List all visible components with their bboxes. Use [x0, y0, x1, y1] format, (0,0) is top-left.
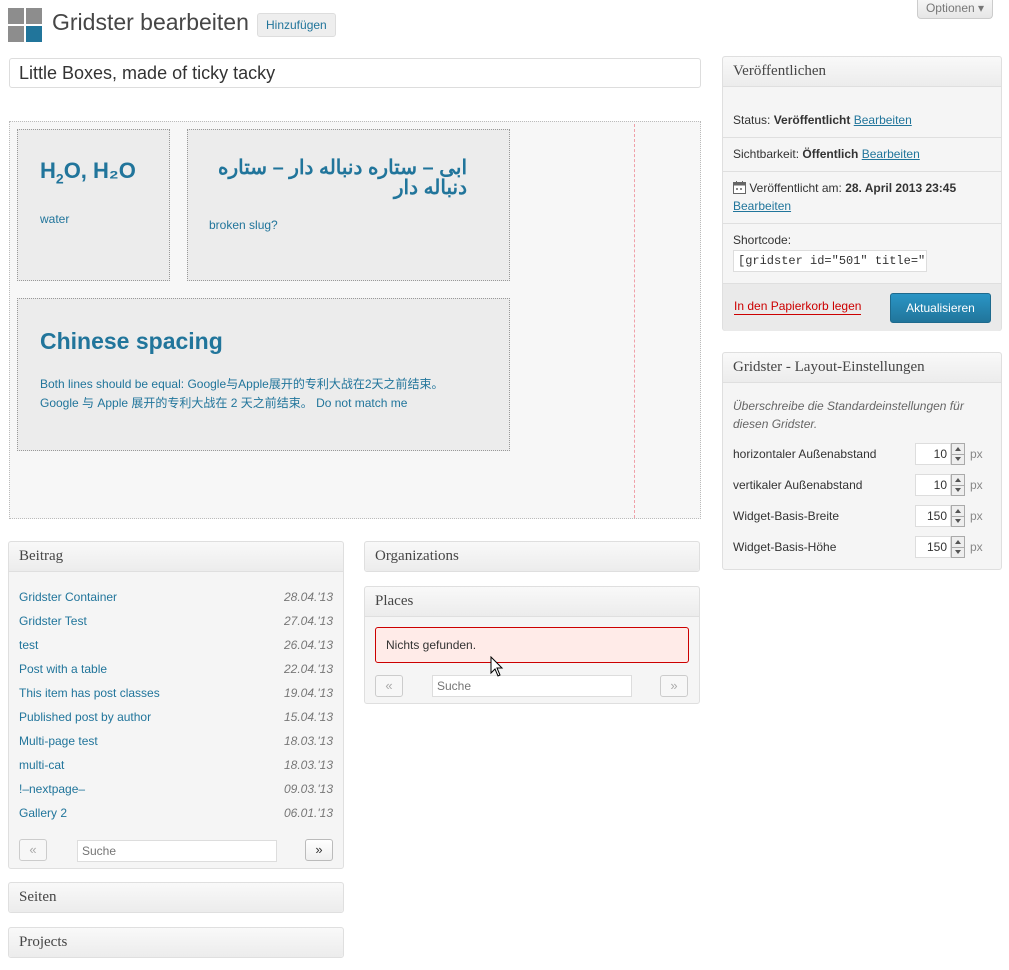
layout-settings-heading[interactable]: Gridster - Layout-Einstellungen [723, 353, 1001, 383]
publish-box: Veröffentlichen Status: Veröffentlicht B… [722, 56, 1002, 331]
widget-title: Chinese spacing [40, 328, 223, 354]
status-row: Status: Veröffentlicht Bearbeiten [733, 113, 912, 127]
published-date-row: Veröffentlicht am: 28. April 2013 23:45 … [733, 181, 957, 213]
base-width-input[interactable]: 150 [915, 505, 951, 527]
calendar-icon [733, 181, 746, 194]
visibility-row: Sichtbarkeit: Öffentlich Bearbeiten [733, 147, 920, 161]
edit-visibility-link[interactable]: Bearbeiten [862, 147, 920, 161]
unit-label: px [970, 540, 983, 554]
beitrag-box: Beitrag Gridster Container 28.04.'13 Grid… [8, 541, 344, 869]
base-height-input[interactable]: 150 [915, 536, 951, 558]
beitrag-heading[interactable]: Beitrag [9, 542, 343, 572]
page-title: Gridster bearbeiten [52, 9, 249, 35]
organizations-box: Organizations [364, 541, 700, 572]
beitrag-next-button[interactable]: » [305, 839, 333, 861]
field-label: Widget-Basis-Höhe [733, 540, 837, 554]
widget-subtitle: water [40, 212, 70, 226]
visibility-value: Öffentlich [802, 147, 859, 161]
list-item[interactable]: Post with a table 22.04.'13 [19, 662, 333, 682]
seiten-box: Seiten [8, 882, 344, 913]
vertical-margin-spinner[interactable] [951, 474, 965, 496]
grid-widget-water[interactable]: H2O, H₂O water [17, 129, 170, 281]
field-label: horizontaler Außenabstand [733, 447, 877, 461]
publish-actions: In den Papierkorb legen Aktualisieren [723, 283, 1001, 331]
list-item[interactable]: Published post by author 15.04.'13 [19, 710, 333, 730]
list-item[interactable]: Gridster Container 28.04.'13 [19, 590, 333, 610]
projects-heading[interactable]: Projects [9, 928, 343, 957]
list-item[interactable]: This item has post classes 19.04.'13 [19, 686, 333, 706]
list-item[interactable]: test 26.04.'13 [19, 638, 333, 658]
widget-text-line: Google 与 Apple 展开的专利大战在 2 天之前结束。 Do not … [40, 396, 408, 410]
base-width-spinner[interactable] [951, 505, 965, 527]
beitrag-search-input[interactable] [77, 840, 277, 862]
places-heading[interactable]: Places [365, 587, 699, 617]
places-next-button[interactable]: » [660, 675, 688, 697]
seiten-heading[interactable]: Seiten [9, 883, 343, 912]
list-item[interactable]: multi-cat 18.03.'13 [19, 758, 333, 778]
layout-settings-description: Überschreibe die Standardeinstellungen f… [733, 399, 964, 431]
list-item[interactable]: Gridster Test 27.04.'13 [19, 614, 333, 634]
list-item[interactable]: Multi-page test 18.03.'13 [19, 734, 333, 754]
gridster-logo-icon [8, 8, 42, 42]
widget-title: H2O, H₂O [40, 158, 136, 187]
places-prev-button[interactable]: « [375, 675, 403, 697]
widget-subtitle: broken slug? [209, 218, 278, 232]
status-value: Veröffentlicht [773, 113, 851, 127]
shortcode-field[interactable]: [gridster id="501" title="L [733, 250, 927, 272]
trash-link[interactable]: In den Papierkorb legen [734, 299, 862, 315]
places-empty-message: Nichts gefunden. [375, 627, 689, 663]
grid-widget-chinese-spacing[interactable]: Chinese spacing Both lines should be equ… [17, 298, 510, 451]
update-button[interactable]: Aktualisieren [890, 293, 991, 323]
add-new-button[interactable]: Hinzufügen [257, 13, 336, 37]
organizations-heading[interactable]: Organizations [365, 542, 699, 571]
widget-title: ابی – ستاره دنباله دار – ستاره دنباله دا… [218, 157, 467, 199]
edit-date-link[interactable]: Bearbeiten [733, 199, 791, 213]
field-label: vertikaler Außenabstand [733, 478, 863, 492]
list-item[interactable]: Gallery 2 06.01.'13 [19, 806, 333, 826]
beitrag-prev-button[interactable]: « [19, 839, 47, 861]
unit-label: px [970, 478, 983, 492]
field-label: Widget-Basis-Breite [733, 509, 840, 523]
edit-status-link[interactable]: Bearbeiten [854, 113, 912, 127]
horizontal-margin-input[interactable]: 10 [915, 443, 951, 465]
shortcode-label: Shortcode: [733, 233, 792, 247]
projects-box: Projects [8, 927, 344, 958]
places-search-input[interactable] [432, 675, 632, 697]
screen-options-button[interactable]: Optionen ▾ [917, 0, 993, 19]
places-box: Places Nichts gefunden. « » [364, 586, 700, 704]
list-item[interactable]: !–nextpage– 09.03.'13 [19, 782, 333, 802]
mouse-cursor-icon [490, 656, 504, 677]
unit-label: px [970, 509, 983, 523]
grid-widget-persian[interactable]: ابی – ستاره دنباله دار – ستاره دنباله دا… [187, 129, 510, 281]
post-title-input[interactable] [9, 58, 701, 88]
layout-settings-box: Gridster - Layout-Einstellungen Überschr… [722, 352, 1002, 570]
publish-box-heading[interactable]: Veröffentlichen [723, 57, 1001, 87]
base-height-spinner[interactable] [951, 536, 965, 558]
horizontal-margin-spinner[interactable] [951, 443, 965, 465]
published-date-value: 28. April 2013 23:45 [845, 181, 957, 195]
unit-label: px [970, 447, 983, 461]
widget-text-line: Both lines should be equal: Google与Apple… [40, 377, 444, 391]
vertical-margin-input[interactable]: 10 [915, 474, 951, 496]
grid-column-guide [634, 124, 635, 518]
